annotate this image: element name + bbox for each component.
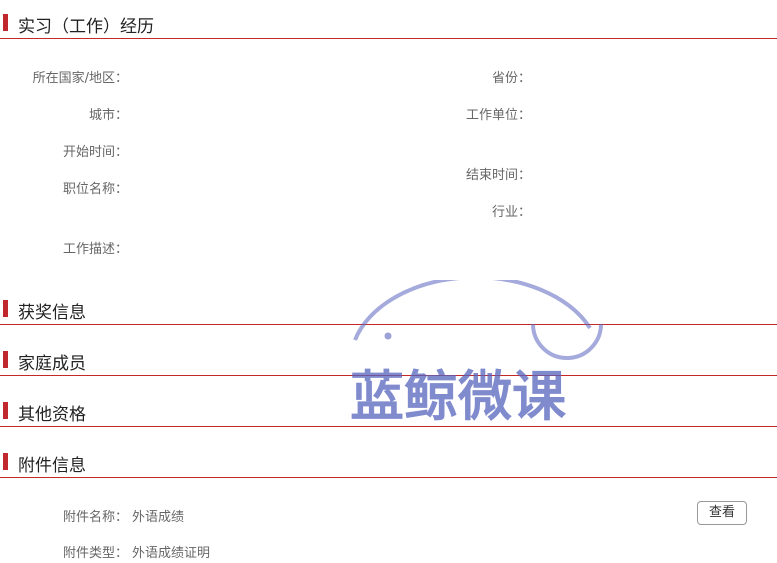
country-label: 所在国家/地区： [32,71,128,86]
attachment-name-value: 外语成绩 [132,510,185,525]
section-accent-bar [3,351,8,368]
section-internship-header: 实习（工作）经历 [0,4,777,39]
section-title: 家庭成员 [18,354,86,374]
description-label: 工作描述： [62,242,128,257]
section-accent-bar [3,453,8,470]
section-title: 实习（工作）经历 [18,17,154,37]
attachment-type-value: 外语成绩证明 [132,546,211,561]
province-label: 省份： [491,71,531,86]
section-title: 其他资格 [18,405,86,425]
section-title: 获奖信息 [18,303,86,323]
attachment-type-label: 附件类型： [62,546,128,561]
watermark-text: 蓝鲸微课 [350,365,566,428]
section-accent-bar [3,402,8,419]
position-label: 职位名称： [62,182,128,197]
start-time-label: 开始时间： [62,145,128,160]
industry-label: 行业： [491,205,531,220]
section-title: 附件信息 [18,456,86,476]
view-attachment-button[interactable]: 查看 [697,501,747,525]
employer-label: 工作单位： [465,108,531,123]
section-accent-bar [3,14,8,31]
city-label: 城市： [88,108,128,123]
section-accent-bar [3,300,8,317]
watermark-eye [384,332,392,340]
section-attachments-header: 附件信息 [0,443,777,478]
attachment-name-label: 附件名称： [62,510,128,525]
end-time-label: 结束时间： [465,168,531,183]
section-awards-header: 获奖信息 [0,290,777,325]
